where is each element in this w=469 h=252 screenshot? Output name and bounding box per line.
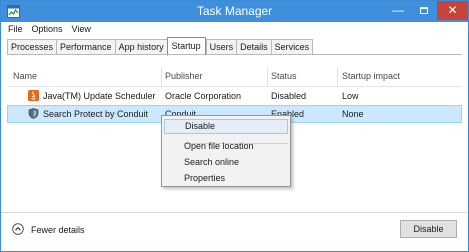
column-header-startup-impact[interactable]: Startup impact: [342, 70, 400, 82]
row-name: Java(TM) Update Scheduler: [43, 91, 156, 101]
context-menu: Disable Open file location Search online…: [161, 115, 291, 187]
row-impact: Low: [342, 91, 359, 101]
minimize-button[interactable]: —: [385, 1, 411, 20]
close-button[interactable]: ✕: [437, 1, 468, 20]
column-header-name[interactable]: Name: [13, 70, 37, 82]
disable-button[interactable]: Disable: [400, 220, 457, 238]
title-bar[interactable]: Task Manager — ✕: [1, 1, 468, 22]
tab-performance[interactable]: Performance: [56, 39, 115, 55]
maximize-icon: [420, 7, 428, 15]
column-header-publisher[interactable]: Publisher: [165, 70, 203, 82]
menu-view[interactable]: View: [72, 23, 91, 36]
table-row[interactable]: Java(TM) Update Scheduler Oracle Corpora…: [7, 87, 462, 105]
maximize-button[interactable]: [411, 1, 437, 20]
tab-users[interactable]: Users: [205, 39, 237, 55]
context-menu-disable[interactable]: Disable: [164, 119, 288, 134]
tab-divider: [7, 54, 462, 55]
task-manager-window: Task Manager — ✕ File Options View Proce…: [0, 0, 469, 252]
tab-app-history[interactable]: App history: [114, 39, 167, 55]
context-menu-properties[interactable]: Properties: [164, 171, 288, 186]
context-menu-search-online[interactable]: Search online: [164, 155, 288, 170]
column-header-status[interactable]: Status: [271, 70, 297, 82]
row-name: Search Protect by Conduit: [43, 109, 149, 119]
column-separator[interactable]: [337, 67, 338, 86]
java-icon: [28, 90, 39, 101]
menu-file[interactable]: File: [8, 23, 23, 36]
context-menu-open-file-location[interactable]: Open file location: [164, 139, 288, 154]
column-separator[interactable]: [161, 67, 162, 86]
row-publisher: Oracle Corporation: [165, 91, 242, 101]
row-impact: None: [342, 109, 364, 119]
tab-services[interactable]: Services: [270, 39, 314, 55]
chevron-up-circle-icon[interactable]: [12, 223, 24, 235]
fewer-details-link[interactable]: Fewer details: [31, 224, 85, 236]
shield-icon: [28, 108, 39, 119]
menu-options[interactable]: Options: [32, 23, 63, 36]
tab-strip: Processes Performance App history Startu…: [7, 37, 314, 56]
tab-processes[interactable]: Processes: [7, 39, 57, 55]
footer-divider: [1, 212, 468, 213]
tab-details[interactable]: Details: [236, 39, 271, 55]
menu-bar: File Options View: [1, 22, 468, 37]
column-separator[interactable]: [267, 67, 268, 86]
row-status: Disabled: [271, 91, 307, 101]
